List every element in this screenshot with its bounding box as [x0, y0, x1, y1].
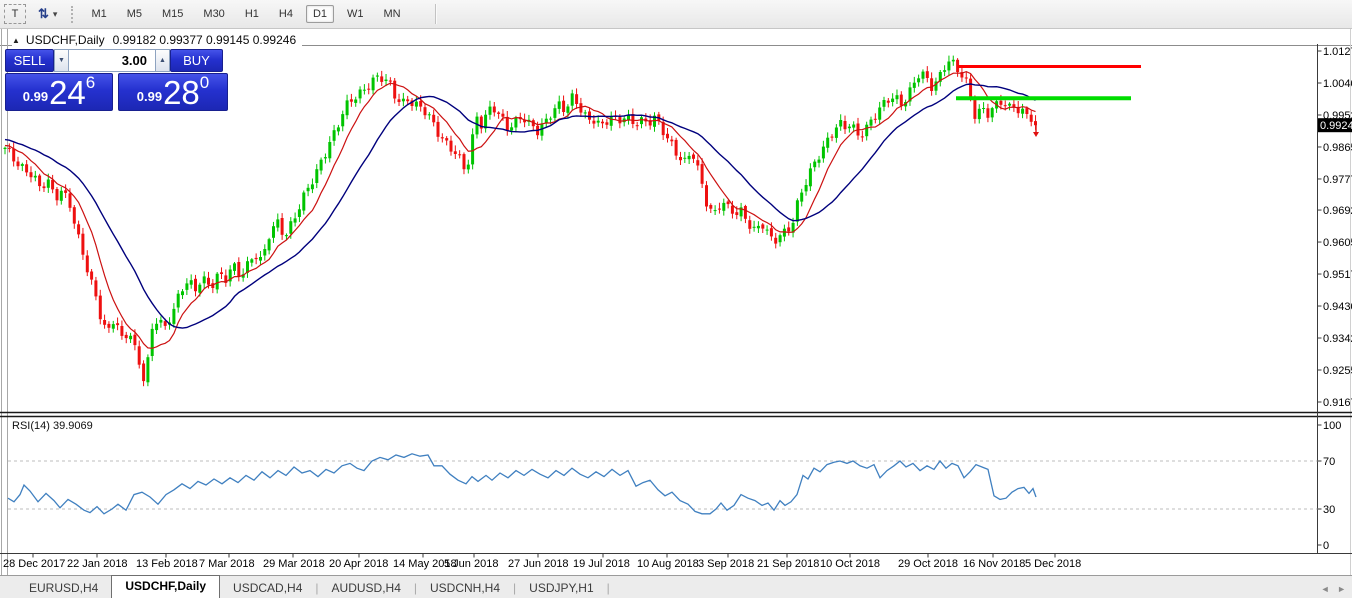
volume-increase-icon[interactable]: ▲ [155, 49, 170, 72]
sell-price-main: 24 [49, 78, 86, 108]
toolbar-grip [71, 6, 73, 23]
buy-price-main: 28 [163, 78, 200, 108]
tab-usdcad-h4[interactable]: USDCAD,H4 [220, 579, 315, 598]
sell-price-display[interactable]: 0.99 24 6 [5, 73, 113, 111]
timeframe-m30[interactable]: M30 [196, 5, 231, 23]
chart-title: USDCHF,Daily [26, 33, 105, 47]
svg-text:10 Aug 2018: 10 Aug 2018 [637, 558, 699, 570]
svg-text:28 Dec 2017: 28 Dec 2017 [3, 558, 65, 570]
svg-text:0.99246: 0.99246 [1320, 120, 1352, 132]
svg-text:21 Sep 2018: 21 Sep 2018 [757, 558, 819, 570]
top-toolbar: T ⇅ ▾ M1 M5 M15 M30 H1 H4 D1 W1 MN [0, 0, 1352, 29]
sell-price-pip: 6 [86, 75, 95, 91]
timeframe-mn[interactable]: MN [377, 5, 408, 23]
tab-usdcnh-h4[interactable]: USDCNH,H4 [417, 579, 513, 598]
svg-text:0.98650: 0.98650 [1323, 142, 1352, 154]
svg-text:30: 30 [1323, 504, 1335, 516]
svg-text:16 Nov 2018: 16 Nov 2018 [963, 558, 1025, 570]
timeframe-h4[interactable]: H4 [272, 5, 300, 23]
tab-usdchf-daily[interactable]: USDCHF,Daily [111, 575, 220, 598]
cycle-symbols-button[interactable]: ⇅ ▾ [38, 6, 57, 22]
tab-eurusd-h4[interactable]: EURUSD,H4 [16, 579, 111, 598]
svg-text:7 Mar 2018: 7 Mar 2018 [199, 558, 255, 570]
toolbar-separator [435, 4, 437, 24]
svg-text:1.01275: 1.01275 [1323, 46, 1352, 58]
svg-text:0.97775: 0.97775 [1323, 174, 1352, 186]
timeframe-m15[interactable]: M15 [155, 5, 190, 23]
buy-price-display[interactable]: 0.99 28 0 [118, 73, 228, 111]
volume-input[interactable]: 3.00 [69, 49, 155, 72]
sell-price-prefix: 0.99 [23, 89, 48, 104]
volume-decrease-icon[interactable]: ▼ [54, 49, 69, 72]
svg-text:0.95175: 0.95175 [1323, 269, 1352, 281]
svg-text:20 Apr 2018: 20 Apr 2018 [329, 558, 388, 570]
svg-text:0.96925: 0.96925 [1323, 205, 1352, 217]
time-axis[interactable]: 28 Dec 201722 Jan 2018 13 Feb 20187 Mar 2… [3, 554, 1081, 571]
sell-button[interactable]: SELL [5, 49, 54, 72]
svg-text:5 Jun 2018: 5 Jun 2018 [444, 558, 498, 570]
text-tool-icon[interactable]: T [4, 4, 26, 24]
timeframe-d1[interactable]: D1 [306, 5, 334, 23]
timeframe-w1[interactable]: W1 [340, 5, 371, 23]
svg-text:0.96050: 0.96050 [1323, 237, 1352, 249]
tab-scroll-right-icon[interactable]: ► [1337, 584, 1346, 594]
price-axis[interactable]: 1.012751.004000.995250.986500.977750.969… [1318, 46, 1352, 409]
buy-price-prefix: 0.99 [137, 89, 162, 104]
svg-text:27 Jun 2018: 27 Jun 2018 [508, 558, 569, 570]
tab-scroll-arrows: ◄ ► [1316, 584, 1346, 594]
svg-text:29 Mar 2018: 29 Mar 2018 [263, 558, 325, 570]
collapse-icon[interactable]: ▲ [12, 36, 20, 45]
timeframe-toolbar: M1 M5 M15 M30 H1 H4 D1 W1 MN [81, 5, 410, 23]
svg-text:0: 0 [1323, 540, 1329, 552]
rsi-indicator-label: RSI(14) 39.9069 [12, 420, 93, 432]
one-click-trading-panel: SELL ▼ 3.00 ▲ BUY 0.99 24 6 0.99 28 0 [5, 49, 229, 111]
timeframe-h1[interactable]: H1 [238, 5, 266, 23]
chart-tab-bar: EURUSD,H4USDCHF,DailyUSDCAD,H4 | AUDUSD,H4… [0, 575, 1352, 598]
mt4-window: 1.012751.004000.995250.986500.977750.969… [0, 0, 1352, 598]
chevron-down-icon: ▾ [53, 9, 58, 20]
chart-ohlc-values: 0.99182 0.99377 0.99145 0.99246 [113, 33, 297, 47]
svg-text:0.91675: 0.91675 [1323, 397, 1352, 409]
svg-text:0.92550: 0.92550 [1323, 365, 1352, 377]
tab-audusd-h4[interactable]: AUDUSD,H4 [319, 579, 414, 598]
svg-text:19 Jul 2018: 19 Jul 2018 [573, 558, 630, 570]
buy-price-pip: 0 [200, 75, 209, 91]
svg-text:3 Sep 2018: 3 Sep 2018 [698, 558, 754, 570]
svg-text:5 Dec 2018: 5 Dec 2018 [1025, 558, 1081, 570]
svg-text:29 Oct 2018: 29 Oct 2018 [898, 558, 958, 570]
svg-text:13 Feb 2018: 13 Feb 2018 [136, 558, 198, 570]
svg-text:100: 100 [1323, 420, 1341, 432]
chart-title-bar: ▲ USDCHF,Daily 0.99182 0.99377 0.99145 0… [12, 33, 302, 47]
svg-text:0.93425: 0.93425 [1323, 333, 1352, 345]
buy-button[interactable]: BUY [170, 49, 223, 72]
svg-text:70: 70 [1323, 456, 1335, 468]
svg-text:10 Oct 2018: 10 Oct 2018 [820, 558, 880, 570]
tab-scroll-left-icon[interactable]: ◄ [1321, 584, 1330, 594]
timeframe-m5[interactable]: M5 [120, 5, 149, 23]
svg-text:0.94300: 0.94300 [1323, 301, 1352, 313]
svg-text:22 Jan 2018: 22 Jan 2018 [67, 558, 128, 570]
svg-text:1.00400: 1.00400 [1323, 78, 1352, 90]
timeframe-m1[interactable]: M1 [84, 5, 113, 23]
tab-usdjpy-h1[interactable]: USDJPY,H1 [516, 579, 606, 598]
tab-separator: | [607, 581, 610, 595]
cycle-arrows-icon: ⇅ [38, 6, 49, 22]
